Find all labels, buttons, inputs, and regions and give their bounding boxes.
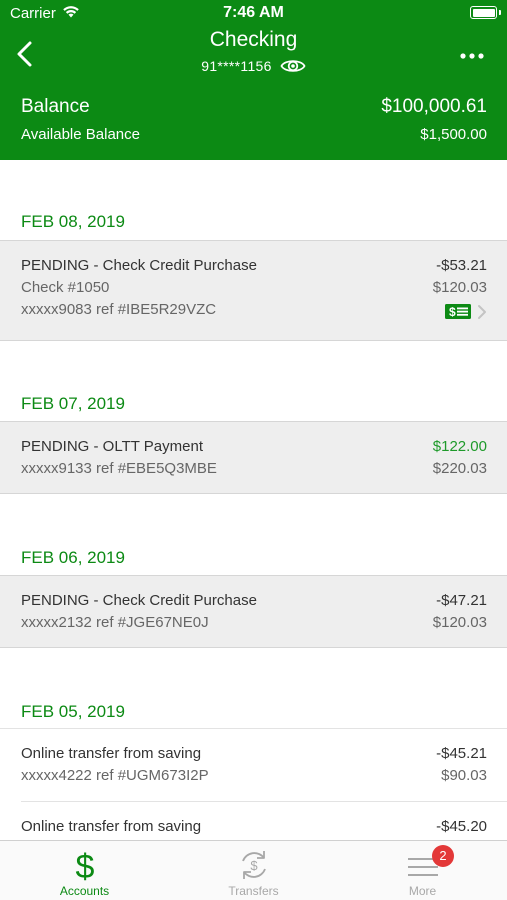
date-header: FEB 08, 2019 [21,212,125,231]
transaction-row[interactable]: PENDING - Check Credit Purchase Check #1… [0,240,507,341]
account-number-row: 91****1156 [0,57,507,75]
tab-transfers[interactable]: $ Transfers [169,841,338,900]
tab-label: More [408,884,437,898]
header: Carrier 7:46 AM Checking 91****1156 Bala… [0,0,507,160]
account-number: 91****1156 [201,58,272,74]
transaction-check-number: Check #1050 [21,279,110,296]
check-image-icon[interactable]: $ [444,303,472,320]
battery-cap [499,10,501,15]
transaction-reference: xxxxx9133 ref #EBE5Q3MBE [21,460,217,477]
balance-row: Balance $100,000.61 [21,96,487,118]
transaction-row[interactable]: PENDING - Check Credit Purchase xxxxx213… [0,575,507,648]
eye-icon[interactable] [280,57,306,75]
balance-value: $100,000.61 [381,96,487,117]
battery-icon [470,6,497,19]
chevron-right-icon [477,304,487,320]
clock: 7:46 AM [223,4,284,21]
transaction-reference: xxxxx2132 ref #JGE67NE0J [21,614,209,631]
running-balance: $90.03 [441,767,487,784]
ellipsis-icon [460,53,484,59]
running-balance: $220.03 [432,460,487,477]
transaction-reference: xxxxx9083 ref #IBE5R29VZC [21,301,217,318]
running-balance: $120.03 [432,614,487,631]
transaction-row[interactable]: PENDING - OLTT Payment xxxxx9133 ref #EB… [0,421,507,494]
transaction-amount: -$53.21 [436,257,487,274]
balance-label: Balance [21,96,90,117]
tab-bar: $ Accounts $ Transfers 2 More [0,840,507,900]
svg-text:$: $ [250,858,258,873]
tab-label: Transfers [228,884,279,898]
available-balance-row: Available Balance $1,500.00 [21,126,487,143]
status-bar: Carrier 7:46 AM [0,0,507,28]
tab-more[interactable]: 2 More [338,841,507,900]
date-header: FEB 06, 2019 [21,548,125,567]
transaction-amount: -$45.21 [436,745,487,762]
transaction-description: PENDING - Check Credit Purchase [21,257,257,274]
transaction-description: Online transfer from saving [21,745,202,762]
available-balance-value: $1,500.00 [420,126,487,143]
transaction-amount: $122.00 [432,438,487,455]
dollar-icon: $ [67,847,103,886]
notification-badge: 2 [432,845,454,867]
transaction-amount: -$47.21 [436,592,487,609]
transaction-row[interactable]: Online transfer from saving -$45.20 [21,801,507,840]
transaction-description: Online transfer from saving [21,818,202,835]
tab-accounts[interactable]: $ Accounts [0,841,169,900]
date-header: FEB 05, 2019 [21,702,125,721]
svg-text:$: $ [76,848,95,883]
transaction-row[interactable]: Online transfer from saving xxxxx4222 re… [0,728,507,801]
transaction-reference: xxxxx4222 ref #UGM673I2P [21,767,209,784]
tab-label: Accounts [59,884,110,898]
running-balance: $120.03 [432,279,487,296]
date-header: FEB 07, 2019 [21,394,125,413]
available-balance-label: Available Balance [21,126,140,143]
nav-bar: Checking 91****1156 [0,28,507,84]
transfer-icon: $ [236,847,272,883]
transaction-description: PENDING - Check Credit Purchase [21,592,257,609]
more-options-button[interactable] [459,48,485,59]
transaction-description: PENDING - OLTT Payment [21,438,203,455]
page-title: Checking [209,28,298,51]
transaction-amount: -$45.20 [436,818,487,835]
transaction-list[interactable]: FEB 08, 2019 PENDING - Check Credit Purc… [0,160,507,840]
svg-text:$: $ [449,305,456,319]
